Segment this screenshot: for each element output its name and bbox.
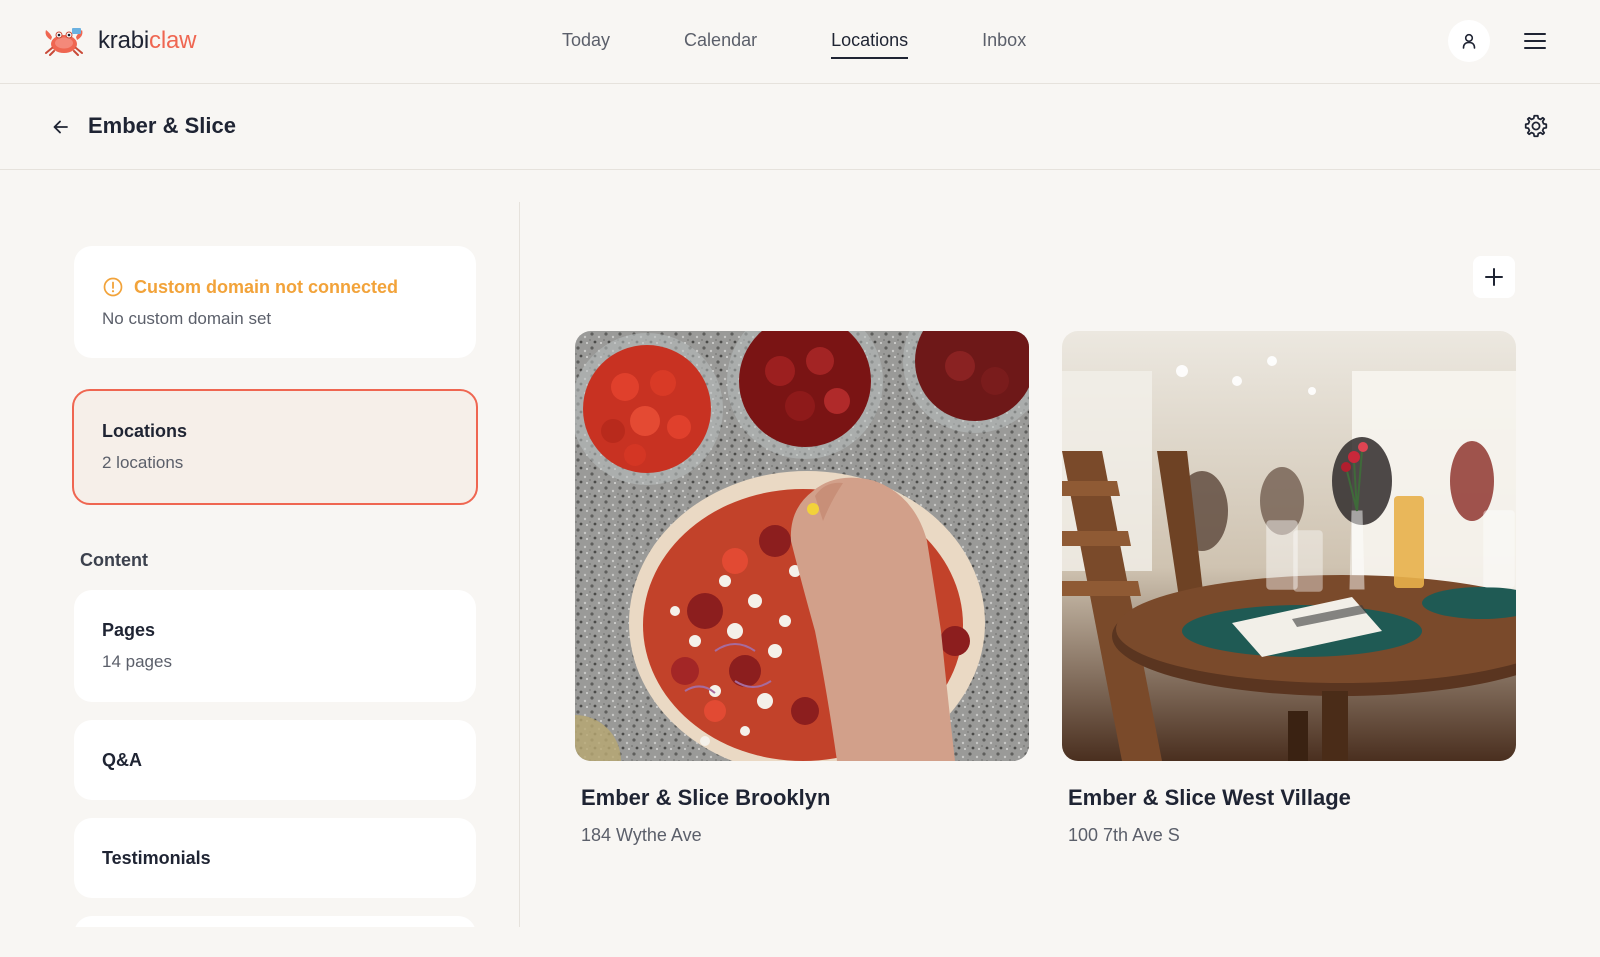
location-card-brooklyn[interactable]: Ember & Slice Brooklyn 184 Wythe Ave [575, 331, 1029, 846]
brand-name-part2: claw [149, 27, 197, 54]
content-section-label: Content [80, 550, 148, 570]
location-address: 100 7th Ave S [1068, 825, 1180, 845]
custom-domain-subtitle: No custom domain set [102, 309, 272, 328]
settings-button[interactable] [1522, 112, 1550, 140]
locations-card-count: 2 locations [102, 453, 184, 472]
location-name: Ember & Slice West Village [1068, 785, 1351, 810]
add-location-button[interactable] [1473, 256, 1515, 298]
testimonials-card-title: Testimonials [102, 848, 211, 868]
back-button[interactable] [48, 114, 74, 140]
location-card-west-village[interactable]: Ember & Slice West Village 100 7th Ave S [1062, 331, 1516, 846]
pages-card-count: 14 pages [102, 652, 172, 671]
nav-item-locations[interactable]: Locations [831, 30, 909, 59]
custom-domain-status: Custom domain not connected [102, 276, 448, 298]
custom-domain-card[interactable]: Custom domain not connected No custom do… [74, 246, 476, 358]
nav-item-inbox[interactable]: Inbox [982, 30, 1026, 59]
brand-logo-link[interactable]: krabiclaw [42, 26, 196, 56]
location-name: Ember & Slice Brooklyn [581, 785, 831, 810]
location-photo-restaurant [1062, 331, 1516, 761]
qa-card[interactable]: Q&A [74, 720, 476, 800]
sidebar-divider [519, 202, 520, 927]
user-account-button[interactable] [1448, 20, 1490, 62]
pages-card[interactable]: Pages 14 pages [74, 590, 476, 702]
nav-item-today[interactable]: Today [562, 30, 610, 59]
location-photo-pizza [575, 331, 1029, 761]
alert-circle-icon [103, 277, 123, 297]
locations-card-title: Locations [102, 421, 188, 441]
hamburger-menu-button[interactable] [1520, 26, 1550, 56]
crab-icon [45, 28, 83, 56]
brand-name: krabiclaw [98, 27, 196, 55]
custom-domain-title: Custom domain not connected [134, 276, 399, 297]
page-header: Ember & Slice [0, 84, 1600, 170]
plus-icon [1485, 268, 1503, 286]
pages-card-title: Pages [102, 620, 156, 640]
qa-card-title: Q&A [102, 750, 142, 770]
user-icon [1462, 33, 1476, 49]
gear-icon [1524, 114, 1548, 138]
brand-name-part1: krabi [98, 27, 150, 54]
location-address: 184 Wythe Ave [581, 825, 702, 845]
main-nav: Today Calendar Locations Inbox [562, 30, 1100, 59]
locations-card[interactable]: Locations 2 locations [72, 389, 478, 505]
nav-item-calendar[interactable]: Calendar [684, 30, 757, 59]
testimonials-card[interactable]: Testimonials [74, 818, 476, 898]
top-nav-bar: krabiclaw Today Calendar Locations Inbox [0, 0, 1600, 84]
sidebar: Custom domain not connected No custom do… [0, 170, 520, 927]
arrow-left-icon [53, 120, 68, 134]
next-content-card[interactable] [74, 916, 476, 927]
page-title: Ember & Slice [88, 113, 236, 138]
hamburger-menu-icon [1524, 33, 1546, 49]
